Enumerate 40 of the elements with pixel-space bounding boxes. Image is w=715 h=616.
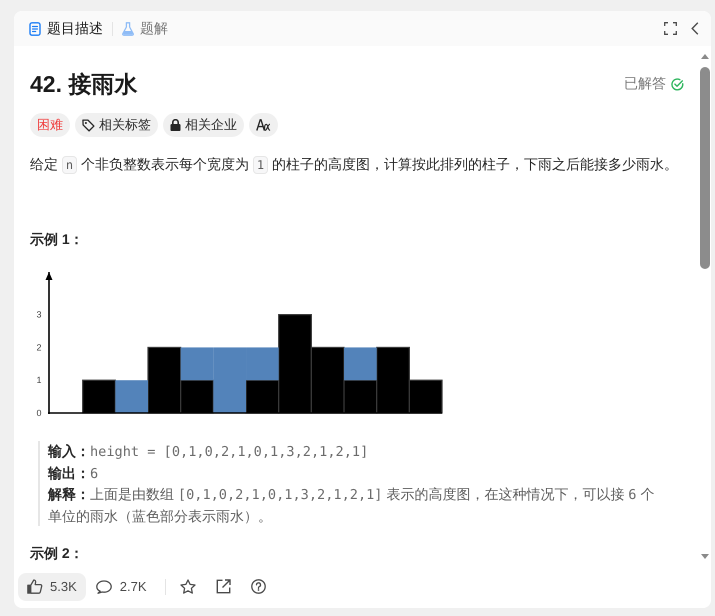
like-button[interactable]: 5.3K [18, 572, 86, 600]
translate-button[interactable] [249, 113, 278, 137]
difficulty-badge: 困难 [30, 113, 70, 137]
scroll-up-icon[interactable] [700, 54, 708, 59]
example-line: 输入：height = [0,1,0,2,1,0,1,3,2,1,2,1] [48, 442, 370, 462]
thumbs-up-icon [27, 579, 43, 594]
help-icon [250, 579, 266, 594]
height-bar [82, 380, 116, 414]
document-icon [29, 22, 41, 36]
chevron-left-icon [691, 22, 699, 35]
example-line: 输出：6 [48, 464, 100, 484]
water-bar [344, 347, 377, 380]
problem-description: 给定 n 个非负整数表示每个宽度为 1 的柱子的高度图，计算按此排列的柱子，下雨之后能接多少雨水。 [30, 155, 680, 176]
axis-tick-label: 2 [36, 342, 42, 352]
axis-tick-label: 3 [36, 310, 42, 320]
flask-icon [122, 22, 134, 36]
example-heading: 示例 1： [30, 230, 85, 249]
example-line: 解释：上面是由数组 [0,1,0,2,1,0,1,3,2,1,2,1] 表示的高度图，在这种情况下，可以接 6 个单位的雨水（蓝色部分表示雨水）。 [48, 485, 656, 526]
scroll-down-icon[interactable] [700, 554, 708, 559]
lock-icon [170, 119, 181, 131]
external-link-icon [216, 579, 230, 594]
topics-tag-button[interactable]: 相关标签 [75, 113, 158, 137]
fullscreen-icon [664, 22, 677, 35]
tab[interactable]: 题目描述 [27, 18, 105, 40]
axis-tick-label: 0 [36, 408, 42, 417]
example-heading: 示例 2： [30, 544, 85, 563]
axis-tick-label: 1 [36, 375, 42, 386]
translate-icon [256, 119, 271, 131]
fullscreen-button[interactable] [662, 20, 679, 37]
problem-title: 42. 接雨水 [30, 70, 138, 98]
water-bar [115, 380, 148, 413]
companies-tag-button[interactable]: 相关企业 [163, 113, 244, 137]
solved-status: 已解答 [624, 75, 666, 93]
scrollbar-thumb[interactable] [700, 67, 710, 269]
tab[interactable]: 题解 [120, 18, 170, 40]
speech-bubble-icon [96, 580, 112, 594]
tag-icon [82, 118, 95, 132]
star-icon [180, 579, 196, 594]
comments-button[interactable]: 2.7K [86, 572, 156, 600]
collapse-button[interactable] [689, 20, 701, 37]
